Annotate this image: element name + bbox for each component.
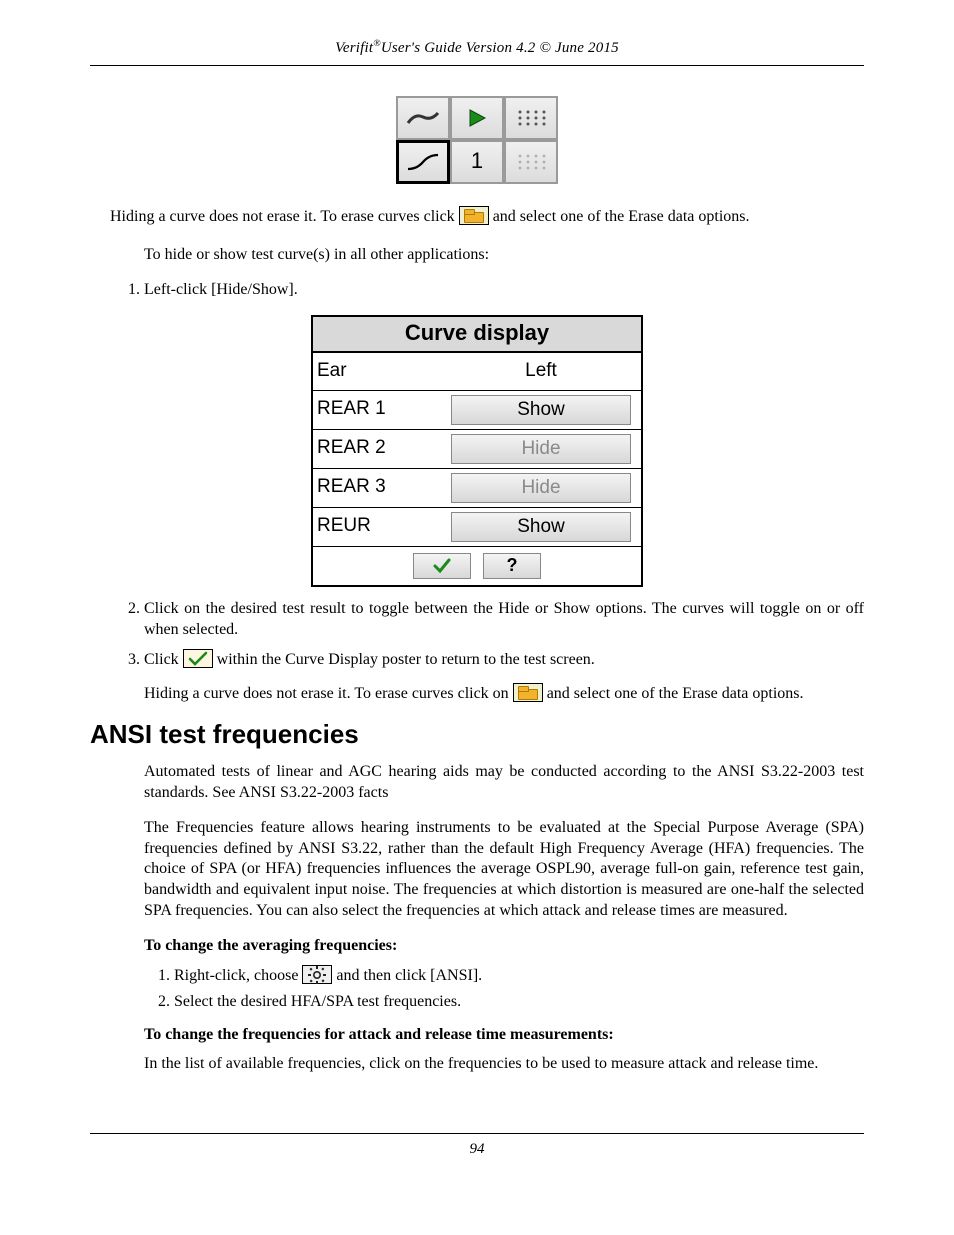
steps-list-2: Click on the desired test result to togg… [118, 599, 864, 704]
dialog-row-rear3: REAR 3 Hide [313, 469, 641, 508]
erase-note-1: Hiding a curve does not erase it. To era… [110, 206, 864, 228]
dialog-row-label: REAR 1 [313, 391, 441, 429]
ansi-p1: Automated tests of linear and AGC hearin… [144, 762, 864, 804]
toggle-button[interactable]: Hide [451, 473, 631, 503]
ar-freq-p: In the list of available frequencies, cl… [144, 1054, 864, 1075]
page-footer: 94 [90, 1133, 864, 1160]
dialog-row-rear2: REAR 2 Hide [313, 430, 641, 469]
dialog-row-ear: Ear Left [313, 353, 641, 391]
ansi-heading: ANSI test frequencies [90, 718, 864, 752]
hdr-product: Verifit [335, 40, 373, 56]
check-icon [432, 557, 452, 575]
avg-step-1: Right-click, choose and then click [ANSI… [174, 965, 864, 987]
folder-icon [513, 683, 543, 702]
curve-display-dialog: Curve display Ear Left REAR 1 Show REAR … [311, 315, 643, 587]
dialog-row-label: Ear [313, 353, 441, 390]
dots-faint-icon [504, 140, 558, 184]
dialog-row-label: REUR [313, 508, 441, 546]
dialog-row-rear1: REAR 1 Show [313, 391, 641, 430]
dialog-row-value: Left [525, 359, 557, 384]
step-3: Click within the Curve Display poster to… [144, 649, 864, 705]
gear-icon [302, 965, 332, 984]
curve-icon [396, 140, 450, 184]
subhead-ar-freq: To change the frequencies for attack and… [144, 1025, 864, 1046]
step-1: Left-click [Hide/Show]. [144, 280, 864, 301]
avg-freq-steps: Right-click, choose and then click [ANSI… [148, 965, 864, 1014]
play-icon [450, 96, 504, 140]
dialog-row-label: REAR 2 [313, 430, 441, 468]
folder-icon [459, 206, 489, 225]
intro-other-apps: To hide or show test curve(s) in all oth… [144, 245, 864, 266]
toolbar-number: 1 [450, 140, 504, 184]
toggle-button[interactable]: Show [451, 512, 631, 542]
ok-button[interactable] [413, 553, 471, 579]
dialog-title: Curve display [313, 317, 641, 354]
dots-grid-icon [504, 96, 558, 140]
toggle-button[interactable]: Show [451, 395, 631, 425]
page-number: 94 [470, 1141, 485, 1157]
hdr-rest: User's Guide Version 4.2 © June 2015 [381, 40, 619, 56]
ansi-p2: The Frequencies feature allows hearing i… [144, 818, 864, 922]
toolbar-figure: 1 [396, 96, 558, 184]
dialog-footer: ? [313, 547, 641, 585]
erase-note-2: Hiding a curve does not erase it. To era… [144, 683, 864, 705]
help-button[interactable]: ? [483, 553, 541, 579]
page-header: Verifit®User's Guide Version 4.2 © June … [90, 38, 864, 66]
hdr-reg: ® [373, 38, 381, 49]
steps-list-1: Left-click [Hide/Show]. [118, 280, 864, 301]
dialog-row-label: REAR 3 [313, 469, 441, 507]
step-2: Click on the desired test result to togg… [144, 599, 864, 641]
toggle-button[interactable]: Hide [451, 434, 631, 464]
subhead-avg-freq: To change the averaging frequencies: [144, 936, 864, 957]
dialog-row-reur: REUR Show [313, 508, 641, 547]
hat-line-icon [396, 96, 450, 140]
check-icon [183, 649, 213, 668]
avg-step-2: Select the desired HFA/SPA test frequenc… [174, 992, 864, 1013]
